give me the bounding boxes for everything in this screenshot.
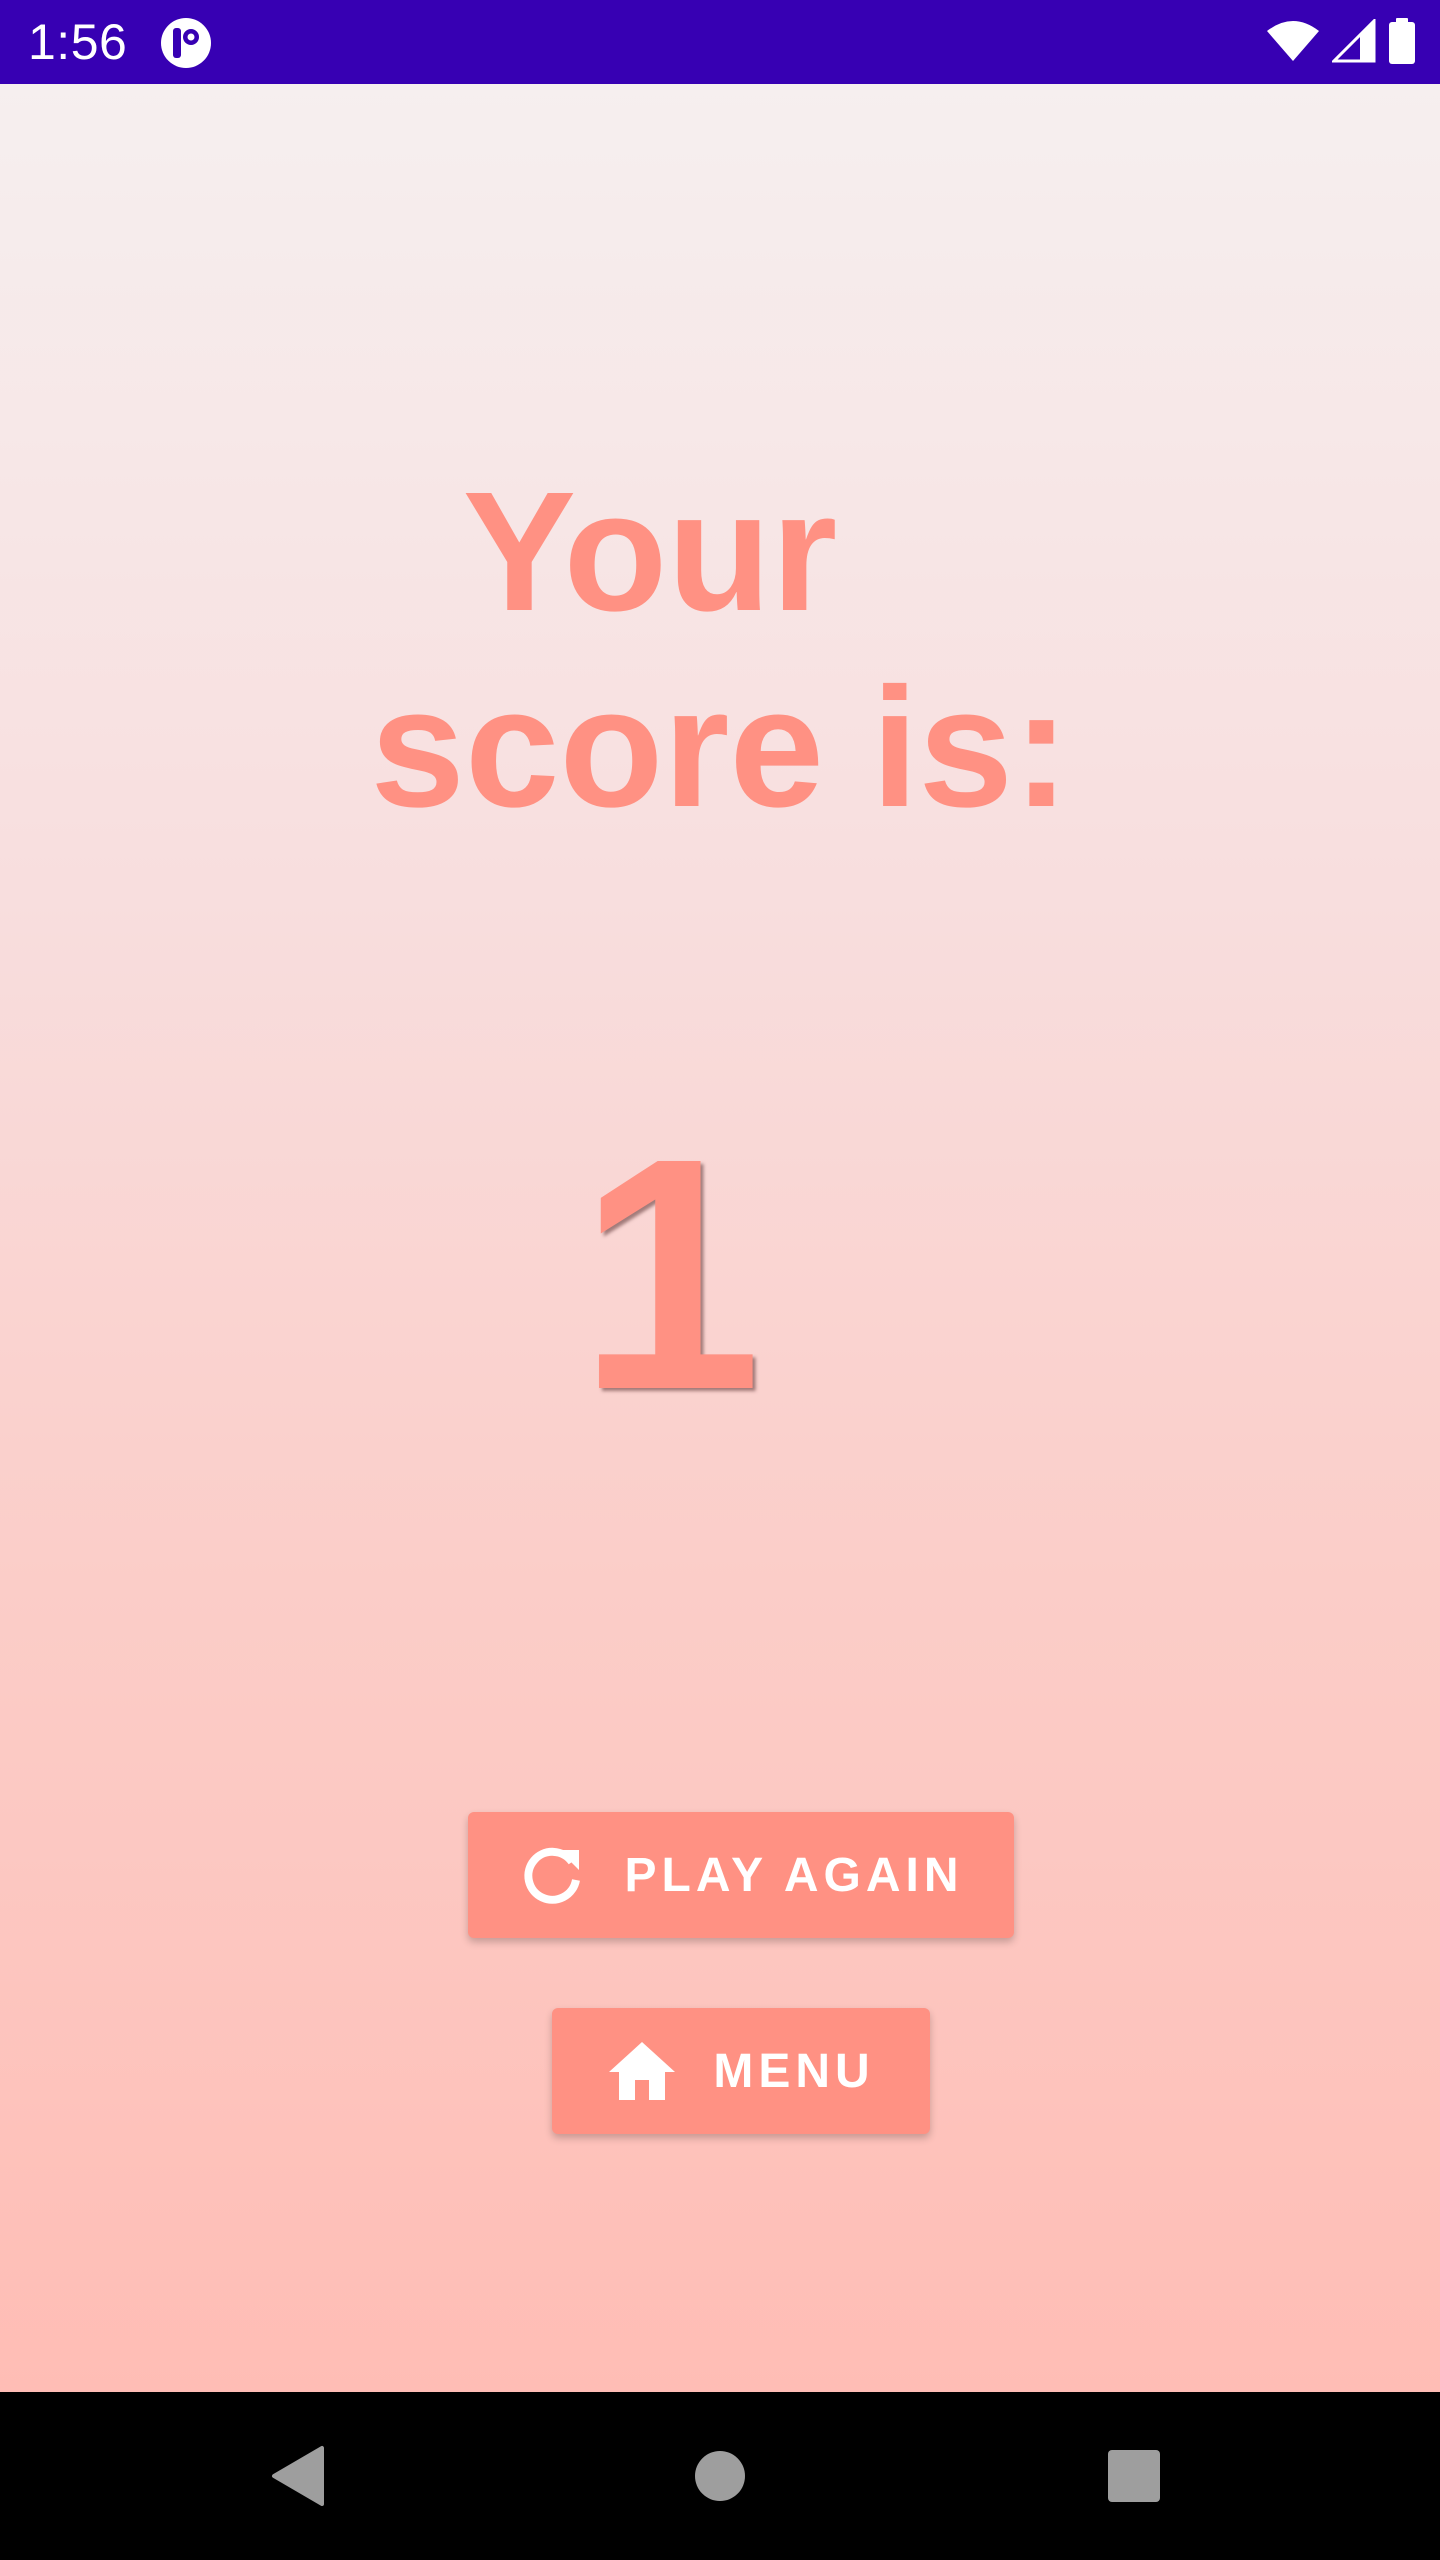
screen: 1:56 Your score is: 1 PLAY AGAIN MENU [0,0,1440,2560]
game-over-screen: Your score is: 1 PLAY AGAIN MENU [0,84,1440,2392]
status-time: 1:56 [28,14,128,70]
navigation-bar [0,2392,1440,2560]
cellular-signal-icon [1330,16,1376,68]
home-icon [607,2036,677,2106]
app-notification-icon [160,17,212,69]
menu-label: MENU [713,2044,875,2098]
score-heading-line1: Your [462,457,838,647]
play-again-button[interactable]: PLAY AGAIN [468,1812,1014,1938]
battery-icon [1388,17,1416,69]
wifi-icon [1266,19,1320,68]
recents-icon[interactable] [1092,2434,1176,2518]
back-icon[interactable] [258,2434,342,2518]
score-heading-line2: score is: [370,653,1070,843]
play-again-label: PLAY AGAIN [624,1848,964,1902]
home-circle-icon[interactable] [678,2434,762,2518]
menu-button[interactable]: MENU [552,2008,930,2134]
refresh-icon [519,1840,589,1910]
score-heading: Your score is: [0,454,1440,846]
status-icons [1266,16,1416,69]
status-bar: 1:56 [0,0,1440,84]
score-value: 1 [578,1089,762,1458]
